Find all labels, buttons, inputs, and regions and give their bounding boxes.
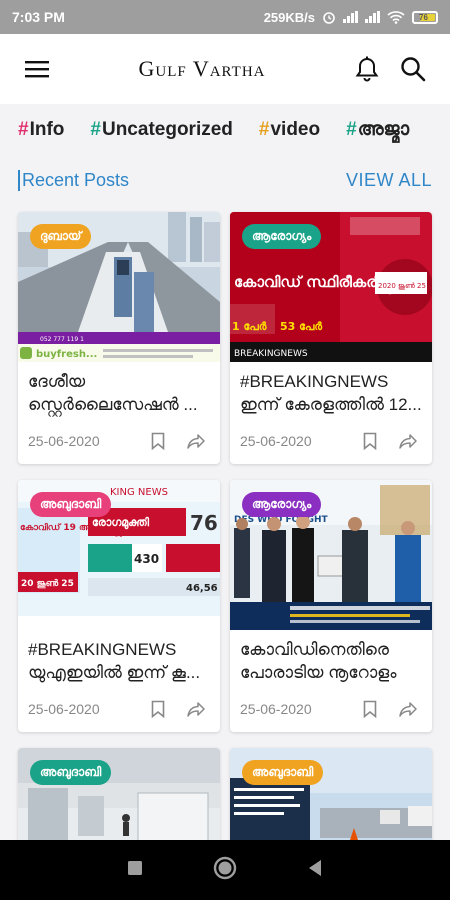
- status-time: 7:03 PM: [12, 9, 65, 25]
- search-icon: [401, 57, 426, 82]
- home-nav-button[interactable]: [213, 856, 237, 885]
- svg-text:2020 ജൂൺ 25: 2020 ജൂൺ 25: [378, 282, 426, 290]
- bookmark-button[interactable]: [356, 430, 384, 452]
- share-icon: [399, 702, 417, 717]
- post-card[interactable]: KING NEWS കോവിഡ് 19 അപ്ഡേറ്റ്സ് യുഎഇ 20 …: [18, 480, 220, 732]
- share-button[interactable]: [182, 698, 210, 720]
- post-title[interactable]: #BREAKINGNEWS ഇന്ന് കേരളത്തിൽ 12...: [230, 362, 432, 422]
- bell-icon: [355, 56, 379, 82]
- share-icon: [399, 434, 417, 449]
- menu-icon: [25, 61, 49, 78]
- app-bar: Gulf Vartha: [0, 34, 450, 104]
- category-badge[interactable]: ആരോഗ്യം: [242, 492, 322, 517]
- share-icon: [187, 434, 205, 449]
- post-thumbnail: കോവിഡ് സ്ഥിരീകരിച്ചു 1 പേർ 53 പേർ 2020 ജ…: [230, 212, 432, 362]
- post-thumbnail: DES WHO FOUGHT ആരോഗ്യം: [230, 480, 432, 630]
- post-thumbnail: 052 777 119 1 buyfresh... ദുബായ്: [18, 212, 220, 362]
- category-badge[interactable]: അബുദാബി: [30, 760, 112, 785]
- notifications-button[interactable]: [350, 52, 384, 86]
- system-nav-bar: [0, 840, 450, 900]
- tag-strip: #Info #Uncategorized #video #അജ്മാ: [0, 104, 450, 156]
- category-badge[interactable]: അബുദാബി: [242, 760, 324, 785]
- hash-mark: #: [258, 119, 270, 140]
- status-bar: 7:03 PM 259KB/s 76: [0, 0, 450, 34]
- bookmark-button[interactable]: [144, 698, 172, 720]
- section-header: Recent Posts VIEW ALL: [18, 170, 432, 191]
- bookmark-icon: [363, 432, 377, 450]
- recents-nav-button[interactable]: [127, 860, 143, 881]
- post-title[interactable]: #BREAKINGNEWS യുഎഇയിൽ ഇന്ന് കൂ...: [18, 630, 220, 690]
- post-title[interactable]: ദേശീയ സ്റ്റെർലൈസേഷൻ ...: [18, 362, 220, 422]
- post-card[interactable]: DES WHO FOUGHT ആരോഗ്യം കോവിഡിനെതിരെ പോരാ…: [230, 480, 432, 732]
- post-date: 25-06-2020: [240, 433, 312, 449]
- hash-mark: #: [90, 119, 101, 140]
- network-speed: 259KB/s: [263, 9, 315, 25]
- alarm-icon: [323, 12, 335, 24]
- post-thumbnail: KING NEWS കോവിഡ് 19 അപ്ഡേറ്റ്സ് യുഎഇ 20 …: [18, 480, 220, 630]
- tag-info[interactable]: #Info: [18, 119, 64, 141]
- search-button[interactable]: [396, 52, 430, 86]
- square-nav-icon: [128, 860, 142, 875]
- bookmark-icon: [151, 700, 165, 718]
- circle-nav-icon: [213, 856, 237, 879]
- hash-mark: #: [18, 119, 29, 140]
- tag-uncategorized[interactable]: #Uncategorized: [90, 119, 233, 141]
- category-badge[interactable]: ആരോഗ്യം: [242, 224, 322, 249]
- svg-text:052 777 119 1: 052 777 119 1: [40, 336, 84, 343]
- svg-text:buyfresh...: buyfresh...: [36, 349, 97, 360]
- svg-text:BREAKINGNEWS: BREAKINGNEWS: [234, 349, 308, 359]
- post-date: 25-06-2020: [28, 433, 100, 449]
- post-card[interactable]: കോവിഡ് സ്ഥിരീകരിച്ചു 1 പേർ 53 പേർ 2020 ജ…: [230, 212, 432, 464]
- bookmark-icon: [151, 432, 165, 450]
- svg-text:76: 76: [190, 511, 218, 535]
- view-all-link[interactable]: VIEW ALL: [346, 170, 432, 191]
- battery-icon: 76: [412, 10, 438, 24]
- post-date: 25-06-2020: [28, 701, 100, 717]
- section-title: Recent Posts: [18, 170, 129, 191]
- tag-video[interactable]: #video: [259, 119, 320, 141]
- tag-ajman[interactable]: #അജ്മാ: [346, 119, 409, 141]
- app-title: Gulf Vartha: [138, 56, 266, 81]
- back-nav-button[interactable]: [307, 859, 323, 882]
- svg-text:430: 430: [134, 552, 159, 566]
- category-badge[interactable]: അബുദാബി: [30, 492, 112, 517]
- svg-text:46,56: 46,56: [186, 583, 218, 594]
- post-title[interactable]: കോവിഡിനെതിരെ പോരാടിയ നൂറോളം വ...: [230, 630, 432, 690]
- share-button[interactable]: [394, 430, 422, 452]
- post-card[interactable]: 052 777 119 1 buyfresh... ദുബായ് ദേശീയ സ…: [18, 212, 220, 464]
- svg-text:KING NEWS: KING NEWS: [110, 487, 168, 498]
- hash-mark: #: [346, 119, 357, 140]
- signal-icon-2: [365, 11, 380, 23]
- back-nav-icon: [309, 859, 321, 876]
- svg-text:1 പേർ: 1 പേർ: [232, 320, 267, 333]
- post-date: 25-06-2020: [240, 701, 312, 717]
- wifi-icon: [387, 11, 405, 24]
- share-button[interactable]: [182, 430, 210, 452]
- svg-text:20 ജൂൺ 25: 20 ജൂൺ 25: [21, 577, 74, 589]
- category-badge[interactable]: ദുബായ്: [30, 224, 92, 249]
- svg-text:രോഗമുക്തി: രോഗമുക്തി: [92, 516, 150, 530]
- bookmark-button[interactable]: [356, 698, 384, 720]
- svg-text:53 പേർ: 53 പേർ: [280, 320, 322, 333]
- share-icon: [187, 702, 205, 717]
- share-button[interactable]: [394, 698, 422, 720]
- bookmark-icon: [363, 700, 377, 718]
- bookmark-button[interactable]: [144, 430, 172, 452]
- signal-icon: [343, 11, 358, 23]
- menu-button[interactable]: [20, 52, 54, 86]
